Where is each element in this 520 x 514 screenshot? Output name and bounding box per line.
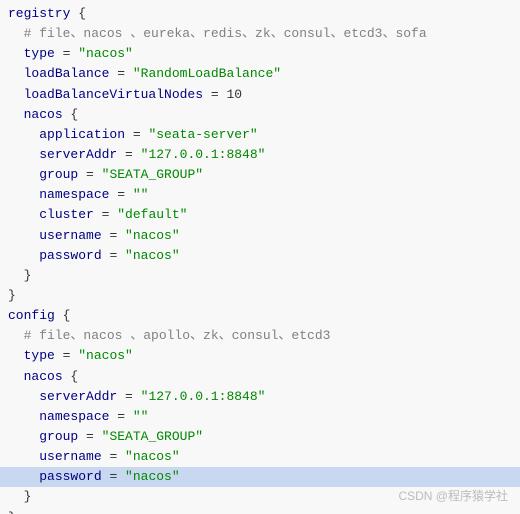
code-line: type = "nacos"	[0, 346, 520, 366]
code-line: namespace = ""	[0, 185, 520, 205]
code-line: nacos {	[0, 105, 520, 125]
code-line: cluster = "default"	[0, 205, 520, 225]
code-line: }	[0, 286, 520, 306]
code-line: password = "nacos"	[0, 246, 520, 266]
code-line: loadBalance = "RandomLoadBalance"	[0, 64, 520, 84]
code-line: namespace = ""	[0, 407, 520, 427]
code-line: }	[0, 266, 520, 286]
code-line: group = "SEATA_GROUP"	[0, 427, 520, 447]
code-line: nacos {	[0, 367, 520, 387]
code-container: registry { # file、nacos 、eureka、redis、zk…	[0, 0, 520, 514]
code-line: # file、nacos 、apollo、zk、consul、etcd3	[0, 326, 520, 346]
code-line: config {	[0, 306, 520, 326]
watermark: CSDN @程序猿学社	[398, 487, 508, 504]
code-line: serverAddr = "127.0.0.1:8848"	[0, 145, 520, 165]
code-line: registry {	[0, 4, 520, 24]
code-line: type = "nacos"	[0, 44, 520, 64]
code-line: loadBalanceVirtualNodes = 10	[0, 85, 520, 105]
code-line: serverAddr = "127.0.0.1:8848"	[0, 387, 520, 407]
code-line: }	[0, 508, 520, 514]
code-line: # file、nacos 、eureka、redis、zk、consul、etc…	[0, 24, 520, 44]
code-line: username = "nacos"	[0, 226, 520, 246]
code-line: username = "nacos"	[0, 447, 520, 467]
code-line: application = "seata-server"	[0, 125, 520, 145]
code-line: group = "SEATA_GROUP"	[0, 165, 520, 185]
code-line: password = "nacos"	[0, 467, 520, 487]
